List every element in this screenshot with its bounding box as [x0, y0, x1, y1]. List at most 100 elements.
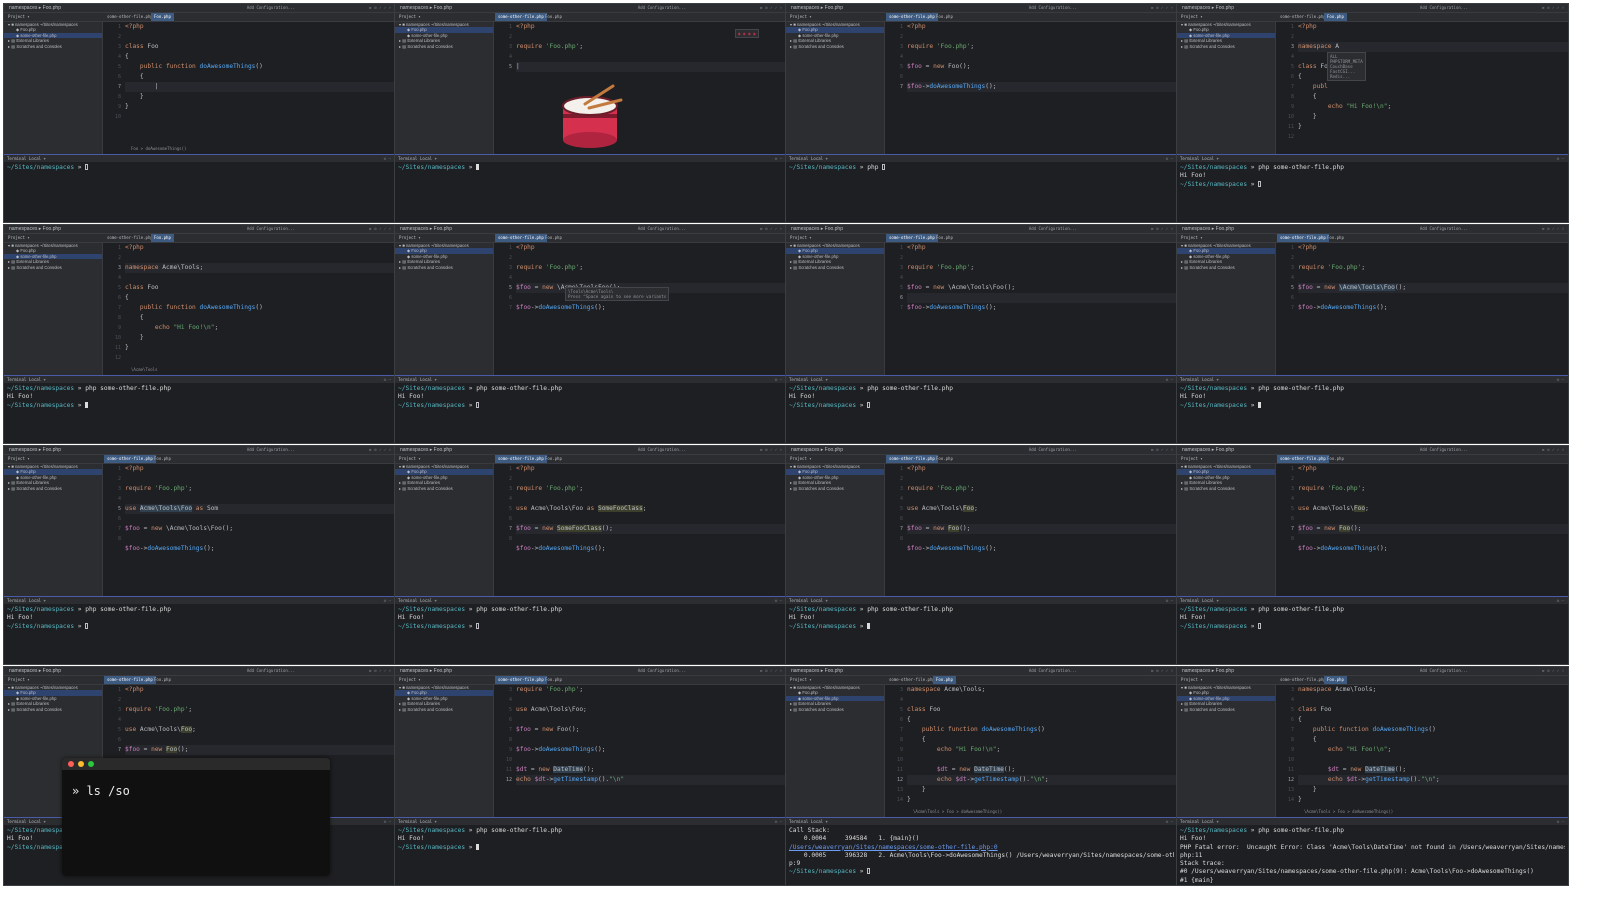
code-editor[interactable]: namespace Acme\Tools; class Foo{ public f… — [1298, 685, 1568, 817]
code-breadcrumb[interactable]: \Acme\Tools — [125, 366, 395, 374]
editor-tab[interactable]: Foo.php — [151, 455, 174, 463]
terminal-local-tab[interactable]: Local + — [29, 155, 46, 162]
autocomplete-popup[interactable]: ALL PHPSTORM_META CouchBase FastCGI... R… — [1327, 52, 1366, 81]
code-breadcrumb[interactable]: \Acme\Tools > Foo > doAwesomeThings() — [1298, 808, 1568, 816]
terminal-tab-label[interactable]: Terminal — [789, 597, 808, 604]
terminal-tab-label[interactable]: Terminal — [1180, 597, 1199, 604]
project-panel-label[interactable]: Project ▾ — [399, 676, 421, 684]
terminal-tab-label[interactable]: Terminal — [789, 376, 808, 383]
editor-tab[interactable]: Foo.php — [933, 234, 956, 242]
tree-item-file[interactable]: ▸ ▤ Scratches and Consoles — [395, 707, 493, 712]
terminal-tab-label[interactable]: Terminal — [7, 818, 26, 825]
tree-item-file[interactable]: ▸ ▤ Scratches and Consoles — [395, 265, 493, 270]
run-config-label[interactable]: Add Configuration... — [247, 446, 295, 454]
toolbar-icons[interactable]: ▶ ⚙ ✓ ✓ ⌕ — [1542, 4, 1564, 12]
run-config-label[interactable]: Add Configuration... — [1029, 225, 1077, 233]
editor-tab[interactable]: Foo.php — [1324, 455, 1347, 463]
project-panel-label[interactable]: Project ▾ — [8, 676, 30, 684]
terminal-settings-icon[interactable]: ⚙ — — [1166, 818, 1173, 825]
terminal-output[interactable]: Call Stack: 0.0004 394584 1. {main}() /U… — [786, 825, 1177, 885]
terminal-output[interactable]: ~/Sites/namespaces » php some-other-file… — [395, 383, 786, 443]
project-name[interactable]: namespaces ▸ Foo.php — [791, 446, 843, 454]
editor-tab[interactable]: Foo.php — [151, 676, 174, 684]
project-name[interactable]: namespaces ▸ Foo.php — [400, 667, 452, 675]
terminal-settings-icon[interactable]: ⚙ — — [775, 155, 782, 162]
terminal-local-tab[interactable]: Local + — [1202, 818, 1219, 825]
run-config-label[interactable]: Add Configuration... — [638, 4, 686, 12]
browser-icons[interactable]: ◉ ◉ ◉ ◉ — [735, 29, 759, 38]
terminal-settings-icon[interactable]: ⚙ — — [384, 376, 391, 383]
editor-tab[interactable]: some-other-file.php — [886, 234, 938, 242]
terminal-local-tab[interactable]: Local + — [1202, 155, 1219, 162]
terminal-local-tab[interactable]: Local + — [29, 376, 46, 383]
terminal-tab-label[interactable]: Terminal — [398, 597, 417, 604]
close-icon[interactable] — [68, 761, 74, 767]
project-panel-label[interactable]: Project ▾ — [8, 234, 30, 242]
terminal-local-tab[interactable]: Local + — [1202, 376, 1219, 383]
editor-tab[interactable]: some-other-file.php — [104, 455, 156, 463]
tree-item-file[interactable]: ▸ ▤ Scratches and Consoles — [786, 44, 884, 49]
toolbar-icons[interactable]: ▶ ⚙ ✓ ✓ ⌕ — [760, 667, 782, 675]
editor-tab[interactable]: some-other-file.php — [886, 676, 938, 684]
code-editor[interactable]: <?phprequire 'Foo.php';$foo = new \Acme\… — [516, 243, 786, 375]
editor-tab[interactable]: some-other-file.php — [1277, 234, 1329, 242]
editor-tab[interactable]: some-other-file.php — [104, 13, 156, 21]
code-editor[interactable]: <?phprequire 'Foo.php';$foo = new \Acme\… — [907, 243, 1177, 375]
toolbar-icons[interactable]: ▶ ⚙ ✓ ✓ ⌕ — [369, 225, 391, 233]
tree-item-file[interactable]: ▸ ▤ Scratches and Consoles — [4, 265, 102, 270]
run-config-label[interactable]: Add Configuration... — [638, 446, 686, 454]
code-breadcrumb[interactable]: Foo > doAwesomeThings() — [125, 145, 395, 153]
run-config-label[interactable]: Add Configuration... — [638, 225, 686, 233]
terminal-local-tab[interactable]: Local + — [1202, 597, 1219, 604]
code-editor[interactable]: require 'Foo.php'; use Acme\Tools\Foo; $fo… — [516, 685, 786, 817]
toolbar-icons[interactable]: ▶ ⚙ ✓ ✓ ⌕ — [760, 225, 782, 233]
terminal-local-tab[interactable]: Local + — [420, 155, 437, 162]
terminal-file-link[interactable]: /Users/weaverryan/Sites/namespaces/some-… — [789, 844, 998, 851]
editor-tab[interactable]: some-other-file.php — [495, 234, 547, 242]
terminal-output[interactable]: ~/Sites/namespaces » php some-other-file… — [4, 604, 395, 664]
toolbar-icons[interactable]: ▶ ⚙ ✓ ✓ ⌕ — [1542, 446, 1564, 454]
project-panel-label[interactable]: Project ▾ — [8, 455, 30, 463]
code-editor[interactable]: <?php require 'Foo.php'; use Acme\Tools\Fo… — [125, 464, 395, 596]
editor-tab[interactable]: some-other-file.php — [886, 13, 938, 21]
run-config-label[interactable]: Add Configuration... — [247, 4, 295, 12]
terminal-output[interactable]: ~/Sites/namespaces » php some-other-file… — [1177, 604, 1568, 664]
project-name[interactable]: namespaces ▸ Foo.php — [791, 4, 843, 12]
project-name[interactable]: namespaces ▸ Foo.php — [1182, 4, 1234, 12]
terminal-settings-icon[interactable]: ⚙ — — [1557, 597, 1564, 604]
run-config-label[interactable]: Add Configuration... — [1420, 4, 1468, 12]
editor-tab[interactable]: Foo.php — [1324, 676, 1347, 684]
terminal-tab-label[interactable]: Terminal — [7, 597, 26, 604]
toolbar-icons[interactable]: ▶ ⚙ ✓ ✓ ⌕ — [1542, 667, 1564, 675]
tree-item-file[interactable]: ▸ ▤ Scratches and Consoles — [4, 486, 102, 491]
project-name[interactable]: namespaces ▸ Foo.php — [400, 4, 452, 12]
run-config-label[interactable]: Add Configuration... — [1029, 667, 1077, 675]
run-config-label[interactable]: Add Configuration... — [1420, 667, 1468, 675]
toolbar-icons[interactable]: ▶ ⚙ ✓ ✓ ⌕ — [369, 446, 391, 454]
toolbar-icons[interactable]: ▶ ⚙ ✓ ✓ ⌕ — [760, 446, 782, 454]
terminal-settings-icon[interactable]: ⚙ — — [1166, 597, 1173, 604]
run-config-label[interactable]: Add Configuration... — [1420, 446, 1468, 454]
tree-item-file[interactable]: ▸ ▤ Scratches and Consoles — [786, 707, 884, 712]
code-editor[interactable]: <?php class Foo{ public function doAwesom… — [125, 22, 395, 154]
project-name[interactable]: namespaces ▸ Foo.php — [791, 667, 843, 675]
terminal-local-tab[interactable]: Local + — [811, 155, 828, 162]
run-config-label[interactable]: Add Configuration... — [1420, 225, 1468, 233]
code-editor[interactable]: namespace Acme\Tools; class Foo{ public f… — [907, 685, 1177, 817]
project-panel-label[interactable]: Project ▾ — [1181, 234, 1203, 242]
terminal-tab-label[interactable]: Terminal — [1180, 155, 1199, 162]
terminal-local-tab[interactable]: Local + — [811, 597, 828, 604]
code-editor[interactable]: <?phprequire 'Foo.php';$foo = new \Acme\… — [1298, 243, 1568, 375]
project-panel-label[interactable]: Project ▾ — [8, 13, 30, 21]
terminal-settings-icon[interactable]: ⚙ — — [384, 597, 391, 604]
project-panel-label[interactable]: Project ▾ — [399, 13, 421, 21]
tree-item-file[interactable]: ▸ ▤ Scratches and Consoles — [4, 707, 102, 712]
run-config-label[interactable]: Add Configuration... — [1029, 4, 1077, 12]
minimize-icon[interactable] — [78, 761, 84, 767]
terminal-settings-icon[interactable]: ⚙ — — [775, 597, 782, 604]
terminal-settings-icon[interactable]: ⚙ — — [384, 155, 391, 162]
project-panel-label[interactable]: Project ▾ — [399, 234, 421, 242]
terminal-output[interactable]: ~/Sites/namespaces » — [4, 162, 395, 222]
tree-item-file[interactable]: ▸ ▤ Scratches and Consoles — [395, 486, 493, 491]
terminal-tab-label[interactable]: Terminal — [398, 155, 417, 162]
